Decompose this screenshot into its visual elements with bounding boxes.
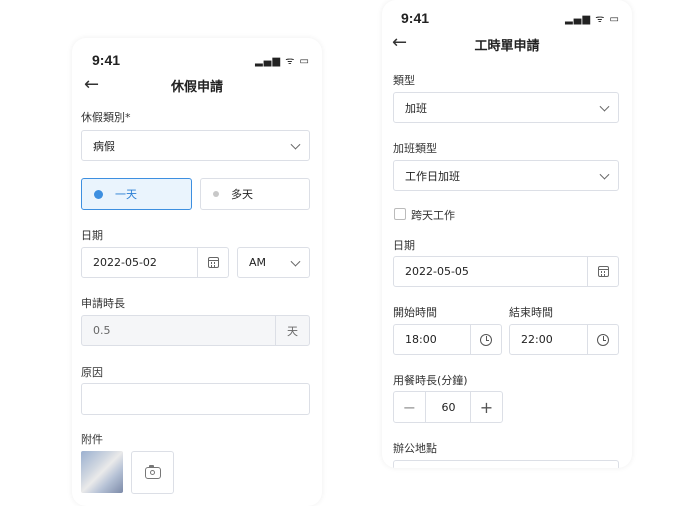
page-title: 休假申請 (170, 80, 223, 95)
type-value: 加班 (405, 101, 427, 115)
ot-type-select[interactable]: 工作日加班 (393, 160, 619, 191)
meal-duration-value[interactable]: 60 (425, 392, 472, 422)
meal-duration-label: 用餐時長(分鐘) (393, 374, 468, 387)
date-value: 2022-05-05 (405, 265, 469, 278)
office-location-select[interactable] (393, 460, 619, 468)
duration-unit: 天 (275, 316, 309, 345)
timesheet-request-screen: 9:41 ▂▄▆ ᯤ ▭ ← 工時單申請 類型 加班 加班類型 工作日加班 跨天… (382, 0, 632, 468)
meal-duration-stepper[interactable]: − 60 + (393, 391, 503, 423)
calendar-icon (207, 257, 219, 268)
increment-button[interactable]: + (470, 392, 502, 422)
reason-label: 原因 (81, 366, 103, 379)
decrement-button[interactable]: − (394, 392, 426, 422)
date-label: 日期 (393, 239, 415, 252)
chevron-down-icon (599, 101, 610, 112)
leave-type-value: 病假 (93, 139, 115, 153)
multi-day-label: 多天 (231, 188, 253, 201)
date-picker-button[interactable] (587, 257, 618, 286)
leave-type-select[interactable]: 病假 (81, 130, 310, 161)
duration-value: 0.5 (93, 324, 111, 337)
start-time-value: 18:00 (405, 333, 437, 346)
end-time-picker-button[interactable] (587, 325, 618, 354)
status-time: 9:41 (92, 52, 121, 68)
ot-type-value: 工作日加班 (405, 169, 460, 183)
status-icons: ▂▄▆ ᯤ ▭ (564, 14, 620, 25)
radio-unselected-icon (213, 191, 219, 197)
am-pm-select[interactable]: AM (237, 247, 310, 278)
chevron-down-icon (290, 256, 301, 267)
add-photo-button[interactable] (131, 451, 174, 494)
cross-day-checkbox[interactable] (394, 208, 406, 220)
multi-day-option[interactable]: 多天 (200, 178, 310, 210)
cross-day-label: 跨天工作 (411, 209, 455, 222)
page-title: 工時單申請 (474, 39, 540, 54)
date-field[interactable]: 2022-05-05 (393, 256, 619, 287)
chevron-down-icon (599, 169, 610, 180)
leave-request-screen: 9:41 ▂▄▆ ᯤ ▭ ← 休假申請 休假類別* 病假 一天 多天 日期 20… (72, 38, 322, 506)
status-icons: ▂▄▆ ᯤ ▭ (254, 56, 310, 67)
chevron-down-icon (290, 139, 301, 150)
end-time-value: 22:00 (521, 333, 553, 346)
end-time-field[interactable]: 22:00 (509, 324, 619, 355)
clock-icon (480, 333, 492, 346)
leave-type-label: 休假類別* (81, 111, 131, 124)
end-time-label: 結束時間 (509, 306, 553, 319)
date-label: 日期 (81, 229, 103, 242)
type-select[interactable]: 加班 (393, 92, 619, 123)
camera-icon (144, 464, 161, 479)
am-pm-value: AM (249, 256, 267, 269)
date-field[interactable]: 2022-05-02 (81, 247, 229, 278)
clock-icon (597, 333, 609, 346)
attachment-thumbnail[interactable] (81, 451, 123, 493)
start-time-field[interactable]: 18:00 (393, 324, 502, 355)
type-label: 類型 (393, 74, 415, 87)
one-day-label: 一天 (115, 188, 137, 201)
radio-selected-icon (94, 189, 103, 199)
start-time-label: 開始時間 (393, 306, 437, 319)
one-day-option[interactable]: 一天 (81, 178, 192, 210)
calendar-icon (597, 266, 609, 277)
duration-label: 申請時長 (81, 297, 125, 310)
office-location-label: 辦公地點 (393, 442, 437, 455)
date-picker-button[interactable] (197, 248, 228, 277)
status-time: 9:41 (401, 10, 430, 26)
date-value: 2022-05-02 (93, 256, 157, 269)
duration-field: 0.5 天 (81, 315, 310, 346)
reason-input[interactable] (81, 383, 310, 415)
ot-type-label: 加班類型 (393, 142, 437, 155)
start-time-picker-button[interactable] (470, 325, 501, 354)
attachment-label: 附件 (81, 433, 103, 446)
